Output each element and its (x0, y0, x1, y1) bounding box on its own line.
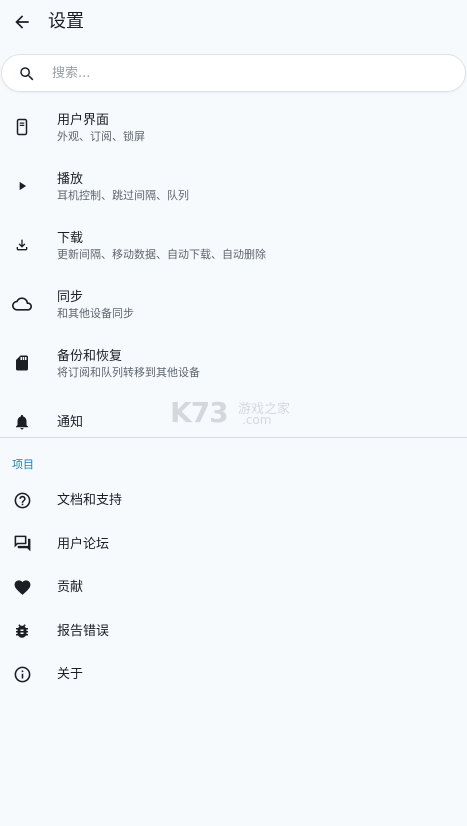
section-header-project: 项目 (12, 458, 34, 471)
setting-subtitle: 更新间隔、移动数据、自动下载、自动删除 (57, 248, 266, 261)
project-item-label: 文档和支持 (57, 493, 123, 508)
setting-subtitle: 和其他设备同步 (57, 307, 134, 320)
setting-title: 通知 (57, 415, 84, 430)
search-bar[interactable] (1, 54, 466, 92)
setting-subtitle: 外观、订阅、锁屏 (57, 130, 145, 143)
setting-playback[interactable]: 播放 耳机控制、跳过间隔、队列 (0, 157, 467, 216)
setting-backup-restore[interactable]: 备份和恢复 将订阅和队列转移到其他设备 (0, 334, 467, 393)
bug-icon (12, 621, 32, 641)
project-item-label: 关于 (57, 667, 84, 682)
search-icon (17, 64, 37, 84)
project-item-label: 报告错误 (57, 623, 110, 639)
setting-subtitle: 将订阅和队列转移到其他设备 (57, 366, 200, 379)
info-icon (12, 664, 32, 684)
setting-notifications[interactable]: 通知 (0, 393, 467, 452)
help-circle-icon (12, 490, 32, 510)
project-list: 文档和支持 用户论坛 贡献 报告错误 关于 (0, 478, 467, 696)
project-item-forum[interactable]: 用户论坛 (0, 522, 467, 566)
project-item-about[interactable]: 关于 (0, 652, 467, 696)
page-title: 设置 (48, 11, 84, 32)
setting-sync[interactable]: 同步 和其他设备同步 (0, 275, 467, 334)
settings-screen: 设置 用户界面 外观、订阅、锁屏 (0, 0, 467, 826)
arrow-left-icon (15, 15, 29, 29)
download-icon (12, 235, 32, 255)
setting-downloads[interactable]: 下载 更新间隔、移动数据、自动下载、自动删除 (0, 216, 467, 275)
setting-title: 下载 (57, 231, 84, 246)
project-item-report-bug[interactable]: 报告错误 (0, 609, 467, 653)
bell-icon (12, 412, 32, 432)
project-item-contribute[interactable]: 贡献 (0, 565, 467, 609)
play-icon (12, 176, 32, 196)
forum-icon (12, 534, 32, 554)
setting-title: 用户界面 (57, 113, 110, 128)
top-app-bar: 设置 (0, 0, 467, 44)
settings-list: 用户界面 外观、订阅、锁屏 播放 耳机控制、跳过间隔、队列 下载 更新间隔、移动… (0, 98, 467, 452)
setting-title: 备份和恢复 (57, 349, 123, 364)
phone-icon (12, 117, 32, 137)
setting-title: 同步 (57, 290, 84, 305)
project-item-label: 贡献 (57, 580, 84, 595)
divider (0, 437, 467, 438)
search-input[interactable] (52, 60, 452, 86)
setting-user-interface[interactable]: 用户界面 外观、订阅、锁屏 (0, 98, 467, 157)
project-item-docs-support[interactable]: 文档和支持 (0, 478, 467, 522)
sd-card-icon (12, 353, 32, 373)
cloud-icon (12, 294, 32, 314)
project-item-label: 用户论坛 (57, 536, 110, 552)
setting-title: 播放 (57, 172, 84, 187)
heart-icon (12, 577, 32, 597)
back-button[interactable] (10, 10, 34, 34)
setting-subtitle: 耳机控制、跳过间隔、队列 (57, 189, 189, 202)
